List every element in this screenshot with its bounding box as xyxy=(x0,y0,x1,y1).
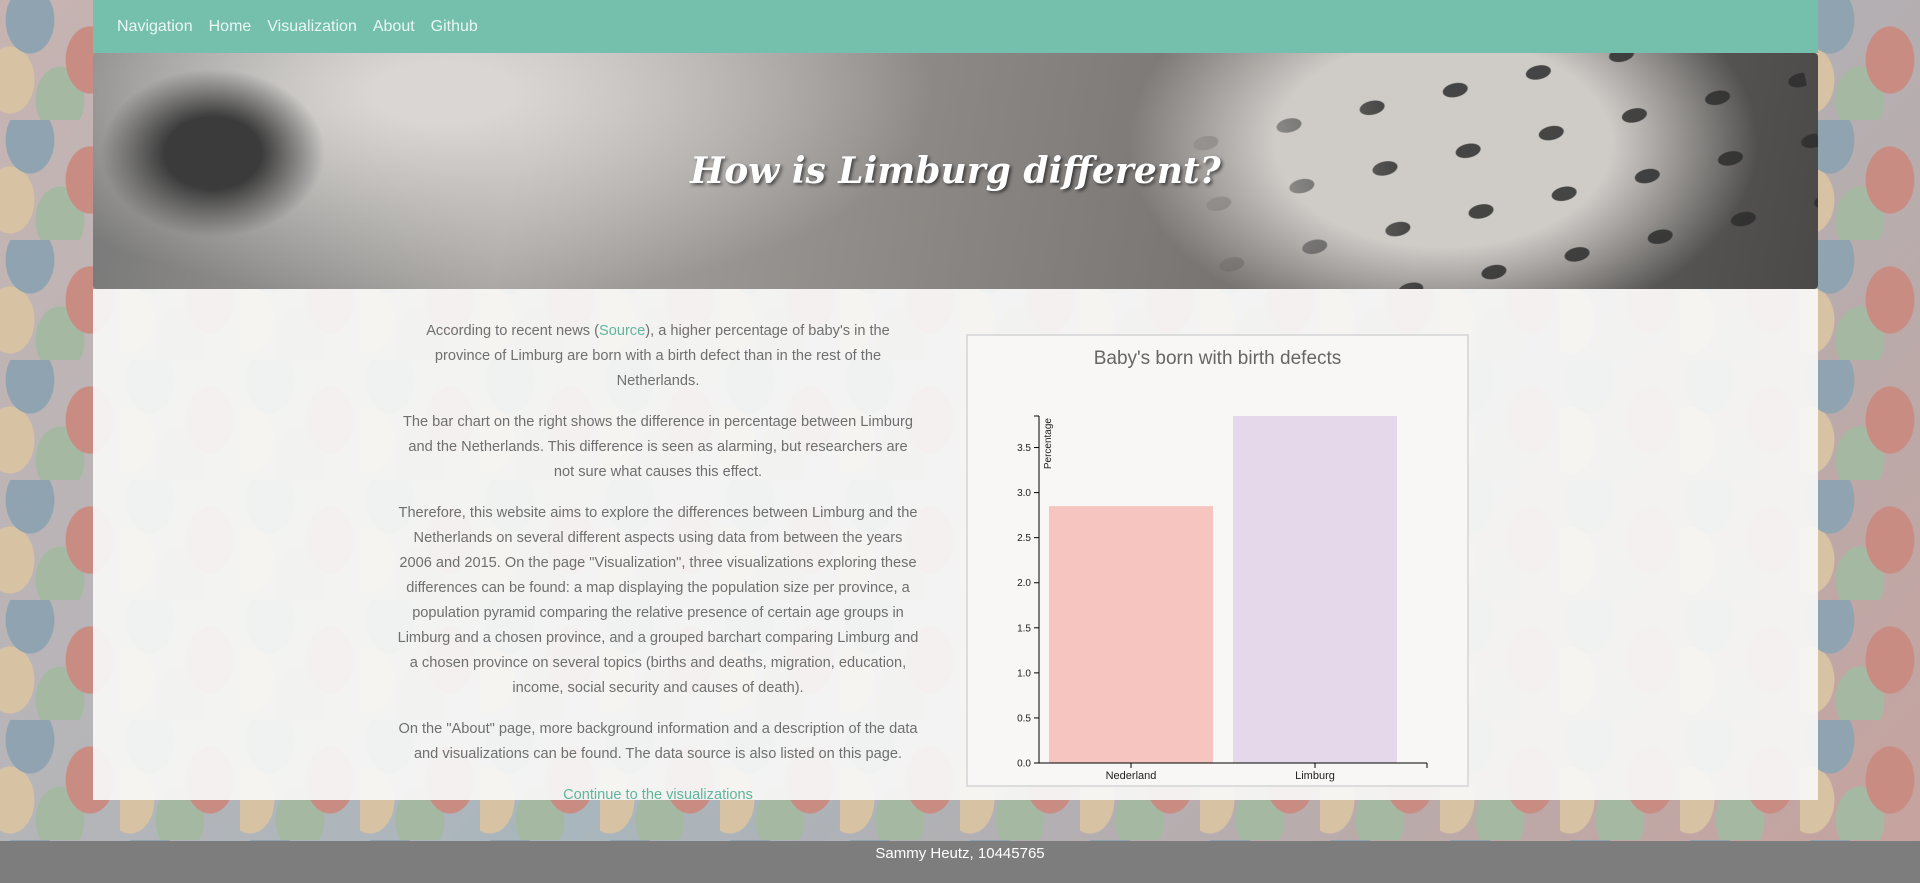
y-tick-label: 0.5 xyxy=(1017,713,1031,724)
bar-limburg xyxy=(1233,416,1397,763)
continue-link[interactable]: Continue to the visualizations xyxy=(563,787,753,803)
main-content: According to recent news (Source), a hig… xyxy=(93,289,1818,803)
hero-banner: How is Limburg different? xyxy=(93,53,1818,289)
y-tick-label: 1.0 xyxy=(1017,668,1031,679)
nav-visualization[interactable]: Visualization xyxy=(267,18,357,36)
bar-chart: Baby's born with birth defects Nederland… xyxy=(966,334,1469,787)
nav-home[interactable]: Home xyxy=(209,18,252,36)
footer: Sammy Heutz, 10445765 xyxy=(0,841,1920,883)
source-link[interactable]: Source xyxy=(599,323,645,339)
intro-p1-before: According to recent news ( xyxy=(426,323,599,339)
nav-about[interactable]: About xyxy=(373,18,415,36)
intro-paragraph-2: The bar chart on the right shows the dif… xyxy=(402,414,913,480)
y-tick-label: 3.5 xyxy=(1017,443,1031,454)
nav-brand[interactable]: Navigation xyxy=(117,18,193,36)
chart-canvas: Nederland Limburg 0.0 0.5 1.0 1.5 2.0 2.5 3.0 3.5… xyxy=(1017,415,1428,782)
y-tick-label: 1.5 xyxy=(1017,623,1031,634)
x-tick-label: Nederland xyxy=(1106,770,1157,782)
y-tick-label: 2.5 xyxy=(1017,533,1031,544)
intro-paragraph-3: Therefore, this website aims to explore … xyxy=(397,505,919,696)
nav-github[interactable]: Github xyxy=(431,18,478,36)
x-tick-label: Limburg xyxy=(1295,770,1335,782)
hero-title: How is Limburg different? xyxy=(690,150,1221,192)
intro-text: According to recent news (Source), a hig… xyxy=(397,319,919,824)
hero-background-image xyxy=(1160,53,1818,289)
y-tick-label: 3.0 xyxy=(1017,488,1031,499)
navbar: Navigation Home Visualization About Gith… xyxy=(93,0,1818,53)
intro-paragraph-4: On the "About" page, more background inf… xyxy=(398,721,918,762)
page-container: Navigation Home Visualization About Gith… xyxy=(93,0,1818,803)
intro-paragraph-1: According to recent news (Source), a hig… xyxy=(397,319,919,394)
y-tick-label: 2.0 xyxy=(1017,578,1031,589)
bar-nederland xyxy=(1049,506,1213,763)
y-axis-label: Percentage xyxy=(1043,418,1054,470)
footer-text: Sammy Heutz, 10445765 xyxy=(875,845,1045,862)
y-tick-label: 0.0 xyxy=(1017,759,1031,770)
